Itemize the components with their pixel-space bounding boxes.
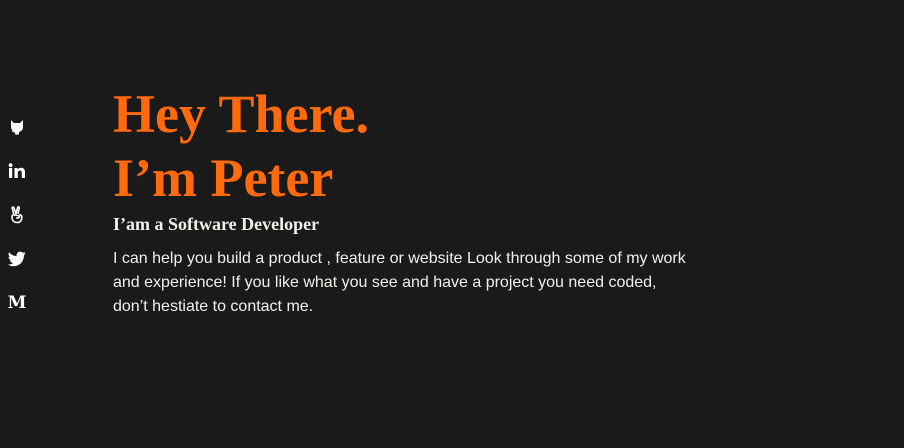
angellist-link[interactable]	[6, 204, 28, 226]
hero-section: Hey There. I’m Peter I’am a Software Dev…	[113, 82, 713, 319]
twitter-icon	[8, 251, 26, 267]
linkedin-link[interactable]	[6, 160, 28, 182]
headline-greeting: Hey There.	[113, 84, 369, 144]
linkedin-icon	[8, 163, 25, 178]
social-links: M	[6, 116, 28, 336]
page: M Hey There. I’m Peter I’am a Software D…	[0, 0, 904, 448]
angellist-icon	[11, 206, 23, 224]
medium-link[interactable]: M	[6, 292, 28, 314]
github-icon	[11, 120, 23, 135]
headline-name: I’m Peter	[113, 148, 334, 208]
twitter-link[interactable]	[6, 248, 28, 270]
hero-subtitle: I’am a Software Developer	[113, 214, 320, 234]
hero-headline: Hey There. I’m Peter	[113, 82, 713, 210]
medium-icon: M	[7, 292, 27, 313]
github-link[interactable]	[6, 116, 28, 138]
hero-intro: I can help you build a product , feature…	[113, 250, 686, 315]
